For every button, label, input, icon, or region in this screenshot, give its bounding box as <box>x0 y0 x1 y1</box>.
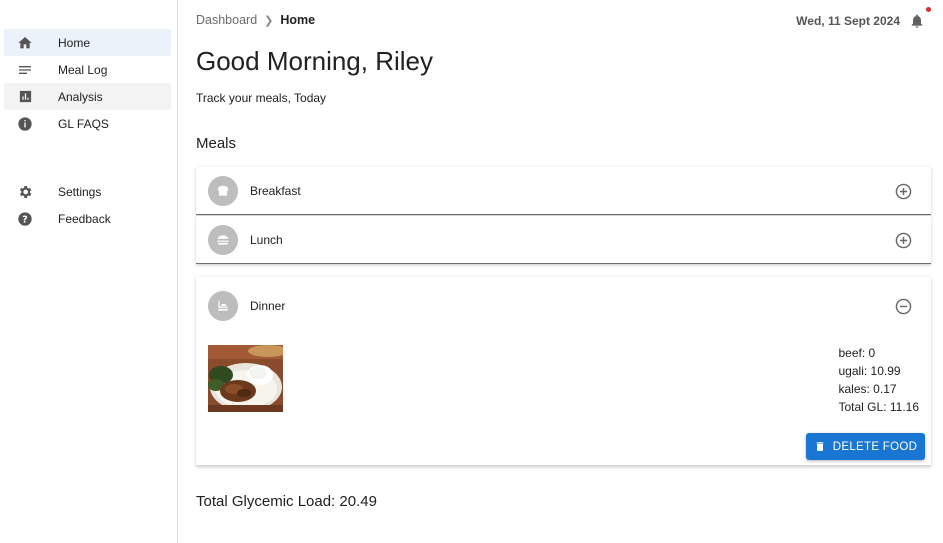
meal-card-lunch: Lunch <box>196 216 931 264</box>
food-photo <box>208 345 283 412</box>
info-icon <box>15 114 35 134</box>
food-gl-total: Total GL: 11.16 <box>838 400 920 414</box>
sidebar-item-settings[interactable]: Settings <box>4 178 171 205</box>
page-subtitle: Track your meals, Today <box>196 91 327 105</box>
expand-plus-icon[interactable] <box>895 183 912 200</box>
collapse-minus-icon[interactable] <box>895 298 912 315</box>
list-icon <box>15 60 35 80</box>
meal-card-header[interactable]: Breakfast <box>196 167 931 215</box>
sidebar-item-label: Home <box>58 35 91 50</box>
sidebar-item-label: Meal Log <box>58 62 108 77</box>
meal-label: Dinner <box>250 299 286 313</box>
sidebar-item-analysis[interactable]: Analysis <box>4 83 171 110</box>
food-gl-item: beef: 0 <box>838 346 876 360</box>
toast-icon <box>208 176 238 206</box>
primary-nav: Home Meal Log Analysis GL FAQS <box>4 29 171 137</box>
svg-text:?: ? <box>22 214 27 225</box>
burger-icon <box>208 225 238 255</box>
delete-food-label: DELETE FOOD <box>832 440 918 453</box>
breadcrumb-dashboard-link[interactable]: Dashboard <box>196 13 257 27</box>
dinner-icon <box>208 291 238 321</box>
trash-icon <box>814 440 826 453</box>
food-gl-item: ugali: 10.99 <box>838 364 901 378</box>
sidebar-item-label: Feedback <box>58 211 111 226</box>
help-icon: ? <box>15 209 35 229</box>
bar-chart-icon <box>15 87 35 107</box>
secondary-nav: Settings ? Feedback <box>4 178 171 232</box>
gear-icon <box>15 182 35 202</box>
meal-card-header[interactable]: Lunch <box>196 216 931 264</box>
food-gl-item: kales: 0.17 <box>838 382 897 396</box>
sidebar: Home Meal Log Analysis GL FAQS Settings … <box>0 0 178 543</box>
sidebar-item-label: GL FAQS <box>58 116 109 131</box>
meal-card-breakfast: Breakfast <box>196 167 931 215</box>
home-icon <box>15 33 35 53</box>
meals-section-title: Meals <box>196 135 237 152</box>
sidebar-item-label: Settings <box>58 184 102 199</box>
food-gl-list: beef: 0 ugali: 10.99 kales: 0.17 Total G… <box>839 344 920 416</box>
delete-food-button[interactable]: DELETE FOOD <box>806 433 925 460</box>
notification-bell-icon[interactable] <box>909 12 925 30</box>
sidebar-item-feedback[interactable]: ? Feedback <box>4 205 171 232</box>
notification-badge <box>926 7 931 12</box>
meal-label: Lunch <box>250 233 283 247</box>
sidebar-item-gl-faqs[interactable]: GL FAQS <box>4 110 171 137</box>
breadcrumb: Dashboard ❯ Home <box>196 13 315 27</box>
sidebar-item-meal-log[interactable]: Meal Log <box>4 56 171 83</box>
total-glycemic-load: Total Glycemic Load: 20.49 <box>196 493 377 510</box>
sidebar-item-home[interactable]: Home <box>4 29 171 56</box>
meal-label: Breakfast <box>250 184 301 198</box>
expand-plus-icon[interactable] <box>895 232 912 249</box>
page-title: Good Morning, Riley <box>196 46 433 76</box>
meal-card-dinner: Dinner beef: 0 ugali: 10.99 kales: 0.17 … <box>196 277 931 466</box>
sidebar-item-label: Analysis <box>58 89 103 104</box>
breadcrumb-current: Home <box>280 13 316 27</box>
chevron-right-icon: ❯ <box>264 14 274 27</box>
meal-card-header[interactable]: Dinner <box>196 277 931 335</box>
current-date: Wed, 11 Sept 2024 <box>796 14 900 28</box>
